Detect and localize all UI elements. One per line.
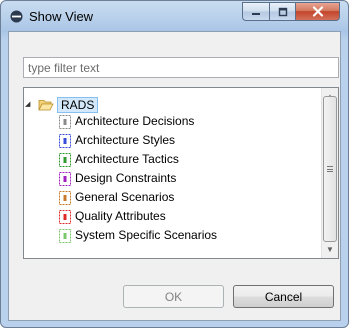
view-icon	[59, 152, 71, 167]
view-icon	[59, 114, 71, 129]
maximize-icon	[278, 7, 287, 16]
view-menu-icon	[10, 10, 23, 23]
view-icon	[59, 228, 71, 243]
tree-item-design-constraints[interactable]: Design Constraints	[59, 170, 176, 187]
filter-input[interactable]	[23, 57, 339, 78]
maximize-button[interactable]	[269, 2, 295, 21]
caption-buttons	[242, 2, 340, 22]
tree-item-system-specific-scenarios[interactable]: System Specific Scenarios	[59, 227, 217, 244]
scroll-down-arrow-icon[interactable]: ▼	[322, 241, 338, 258]
collapse-arrow-icon[interactable]: ◢	[25, 101, 33, 109]
tree-node-label: RADS	[57, 96, 99, 113]
folder-open-icon	[38, 99, 54, 110]
tree-item-architecture-tactics[interactable]: Architecture Tactics	[59, 151, 179, 168]
tree-item-label: Architecture Decisions	[75, 114, 195, 128]
view-icon	[59, 133, 71, 148]
title-bar[interactable]: Show View	[1, 1, 348, 31]
minimize-icon	[252, 12, 260, 15]
tree-item-label: Architecture Styles	[75, 133, 176, 147]
cancel-button[interactable]: Cancel	[233, 285, 334, 308]
tree-item-architecture-styles[interactable]: Architecture Styles	[59, 132, 175, 149]
scrollbar-thumb[interactable]	[323, 96, 337, 242]
view-icon	[59, 209, 71, 224]
view-icon	[59, 190, 71, 205]
view-icon	[59, 171, 71, 186]
window-title: Show View	[29, 9, 94, 24]
minimize-button[interactable]	[242, 2, 269, 21]
tree-item-label: Architecture Tactics	[75, 152, 179, 166]
tree-node-rads[interactable]: RADS	[38, 96, 99, 113]
grip-icon	[327, 166, 333, 172]
tree-item-general-scenarios[interactable]: General Scenarios	[59, 189, 174, 206]
ok-button[interactable]: OK	[123, 285, 224, 308]
tree-item-architecture-decisions[interactable]: Architecture Decisions	[59, 113, 194, 130]
vertical-scrollbar[interactable]: ▲ ▼	[321, 88, 338, 258]
tree-item-label: Quality Attributes	[75, 209, 166, 223]
tree-item-label: General Scenarios	[75, 190, 175, 204]
tree-item-label: Design Constraints	[75, 171, 177, 185]
close-button[interactable]	[295, 2, 340, 21]
close-icon	[312, 6, 323, 17]
tree-item-label: System Specific Scenarios	[75, 228, 218, 242]
tree-item-quality-attributes[interactable]: Quality Attributes	[59, 208, 166, 225]
